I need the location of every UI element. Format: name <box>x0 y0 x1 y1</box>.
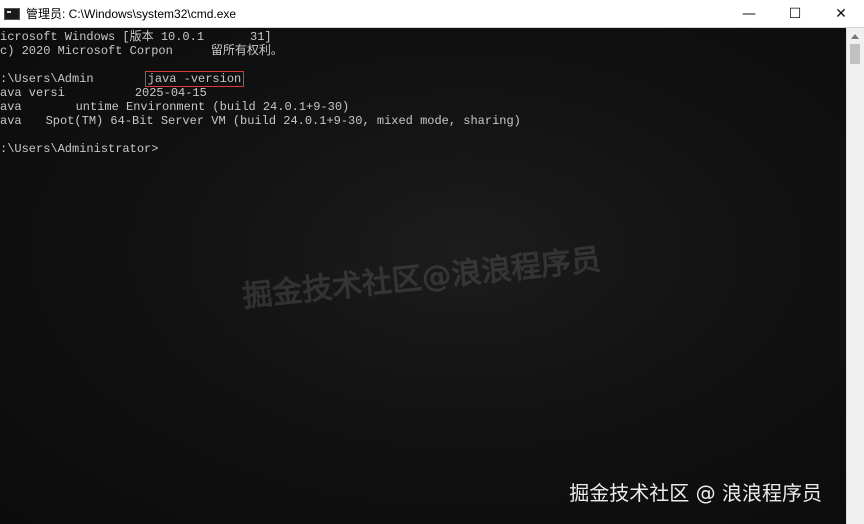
console-line: ava Spot(TM) 64-Bit Server VM (build 24.0… <box>0 114 521 128</box>
watermark-corner: 掘金技术社区 @ 浪浪程序员 <box>569 481 822 505</box>
window-title: 管理员: C:\Windows\system32\cmd.exe <box>26 7 237 21</box>
highlighted-command: java -version <box>144 71 245 87</box>
console-line: c) 2020 Microsoft Corpon 留所有权利。 <box>0 44 283 58</box>
minimize-icon[interactable]: — <box>726 0 772 28</box>
console-line: ava untime Environment (build 24.0.1+9-30… <box>0 100 350 114</box>
scroll-thumb[interactable] <box>850 44 860 64</box>
cmd-icon <box>4 7 20 20</box>
close-icon[interactable]: ✕ <box>818 0 864 28</box>
console-line: ava versi 2025-04-15 <box>0 86 207 100</box>
maximize-icon[interactable]: ☐ <box>772 0 818 28</box>
cmd-window: 管理员: C:\Windows\system32\cmd.exe — ☐ ✕ i… <box>0 0 864 524</box>
window-controls: — ☐ ✕ <box>726 0 864 28</box>
console-prompt[interactable]: :\Users\Administrator> <box>0 142 158 156</box>
vertical-scrollbar[interactable] <box>846 28 864 524</box>
watermark-text: 掘金技术社区@浪浪程序员 <box>240 242 603 315</box>
console-line: icrosoft Windows [版本 10.0.1 31] <box>0 30 272 44</box>
scroll-up-arrow-icon[interactable] <box>851 34 859 39</box>
title-bar[interactable]: 管理员: C:\Windows\system32\cmd.exe — ☐ ✕ <box>0 0 864 28</box>
console-output[interactable]: icrosoft Windows [版本 10.0.1 31] c) 2020 M… <box>0 28 846 524</box>
console-line: :\Users\Admin java -version <box>0 71 245 87</box>
